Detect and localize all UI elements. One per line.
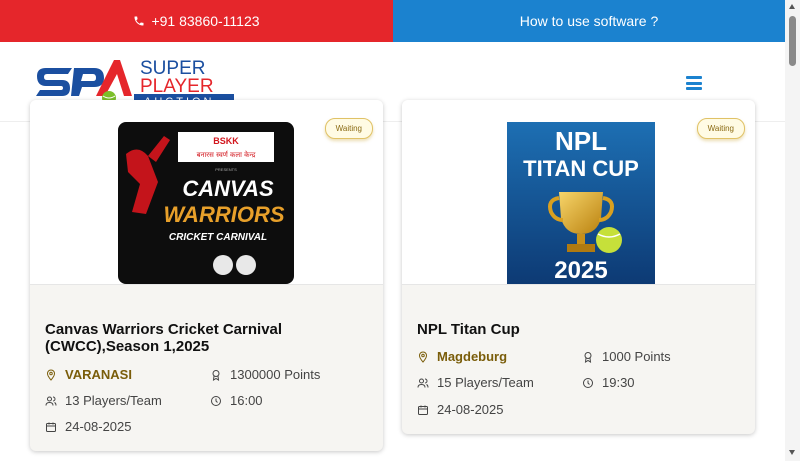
- scroll-down-icon[interactable]: [789, 450, 795, 455]
- date-text: 24-08-2025: [437, 402, 504, 417]
- award-icon: [212, 369, 220, 381]
- phone-link[interactable]: +91 83860-11123: [0, 0, 393, 42]
- location-text: Magdeburg: [437, 349, 508, 364]
- menu-icon[interactable]: [686, 76, 702, 90]
- status-badge: Waiting: [324, 118, 373, 139]
- poster-line-cricket-carnival: CRICKET CARNIVAL: [169, 232, 267, 243]
- poster-year: 2025: [554, 257, 607, 284]
- poster-line-canvas: CANVAS: [182, 176, 274, 201]
- phone-number: +91 83860-11123: [151, 13, 260, 29]
- users-icon: [45, 396, 57, 406]
- page-scrollbar[interactable]: [785, 0, 800, 461]
- poster-logo: BSKK: [213, 136, 239, 146]
- location-pin-icon: [418, 350, 428, 363]
- calendar-icon: [418, 405, 428, 415]
- points-text: 1000 Points: [602, 349, 671, 364]
- time: 16:00: [210, 393, 263, 408]
- award-icon: [584, 351, 592, 363]
- card-media: Waiting BSKK बनारस स्वर्ण कला केन्द्र PR…: [30, 100, 383, 285]
- poster-line-npl: NPL: [555, 126, 607, 156]
- players: 15 Players/Team: [417, 375, 534, 390]
- poster-presents: PRESENTS: [215, 167, 237, 172]
- calendar-icon: [46, 422, 56, 432]
- auction-card[interactable]: Waiting BSKK बनारस स्वर्ण कला केन्द्र PR…: [30, 100, 383, 451]
- time: 19:30: [582, 375, 635, 390]
- scroll-up-icon[interactable]: [789, 4, 795, 9]
- tournament-poster: BSKK बनारस स्वर्ण कला केन्द्र PRESENTS C…: [118, 122, 294, 284]
- points: 1000 Points: [582, 349, 671, 364]
- tournament-poster: NPL TITAN CUP 2025: [507, 122, 655, 284]
- time-text: 16:00: [230, 393, 263, 408]
- auction-card[interactable]: Waiting NPL TITAN CUP 2025 NPL Titan Cup…: [402, 100, 755, 434]
- top-bar: +91 83860-11123 How to use software ?: [0, 0, 785, 42]
- status-badge: Waiting: [696, 118, 745, 139]
- logo-word-player: PLAYER: [140, 76, 214, 97]
- clock-icon: [583, 377, 593, 388]
- players-text: 15 Players/Team: [437, 375, 534, 390]
- how-to-use-link[interactable]: How to use software ?: [393, 0, 785, 42]
- clock-icon: [211, 395, 221, 406]
- date: 24-08-2025: [417, 402, 504, 417]
- scrollbar-thumb[interactable]: [789, 16, 796, 66]
- location: Magdeburg: [417, 349, 507, 364]
- location: VARANASI: [45, 367, 132, 382]
- location-text: VARANASI: [65, 367, 132, 382]
- date: 24-08-2025: [45, 419, 132, 434]
- points-text: 1300000 Points: [230, 367, 321, 382]
- users-icon: [417, 378, 429, 388]
- how-to-use-label: How to use software ?: [519, 13, 659, 29]
- tournament-title[interactable]: NPL Titan Cup: [417, 321, 747, 338]
- poster-org: बनारस स्वर्ण कला केन्द्र: [197, 150, 256, 159]
- poster-line-warriors: WARRIORS: [164, 202, 285, 227]
- card-media: Waiting NPL TITAN CUP 2025: [402, 100, 755, 285]
- date-text: 24-08-2025: [65, 419, 132, 434]
- players: 13 Players/Team: [45, 393, 162, 408]
- phone-icon: [134, 16, 144, 26]
- location-pin-icon: [46, 368, 56, 381]
- players-text: 13 Players/Team: [65, 393, 162, 408]
- points: 1300000 Points: [210, 367, 320, 382]
- tournament-title[interactable]: Canvas Warriors Cricket Carnival (CWCC),…: [45, 321, 375, 355]
- poster-line-titan-cup: TITAN CUP: [523, 156, 639, 181]
- time-text: 19:30: [602, 375, 635, 390]
